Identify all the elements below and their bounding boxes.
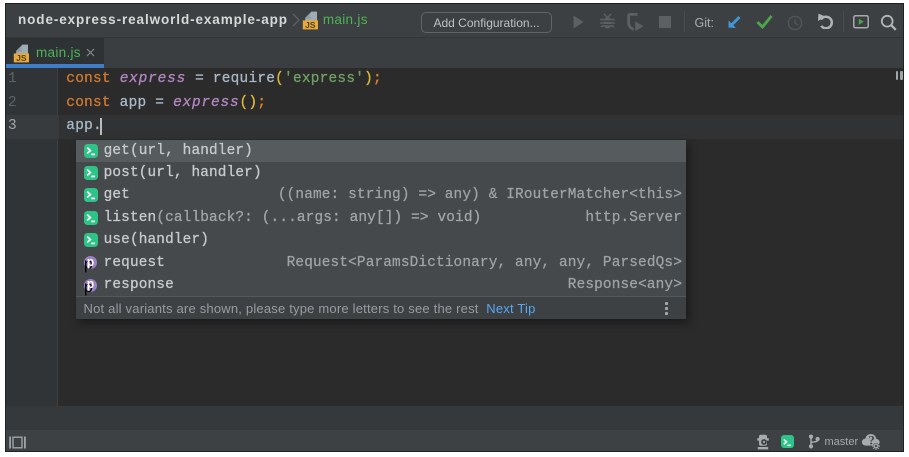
svg-text:JS: JS [305,20,316,30]
svg-text:JS: JS [16,53,27,63]
